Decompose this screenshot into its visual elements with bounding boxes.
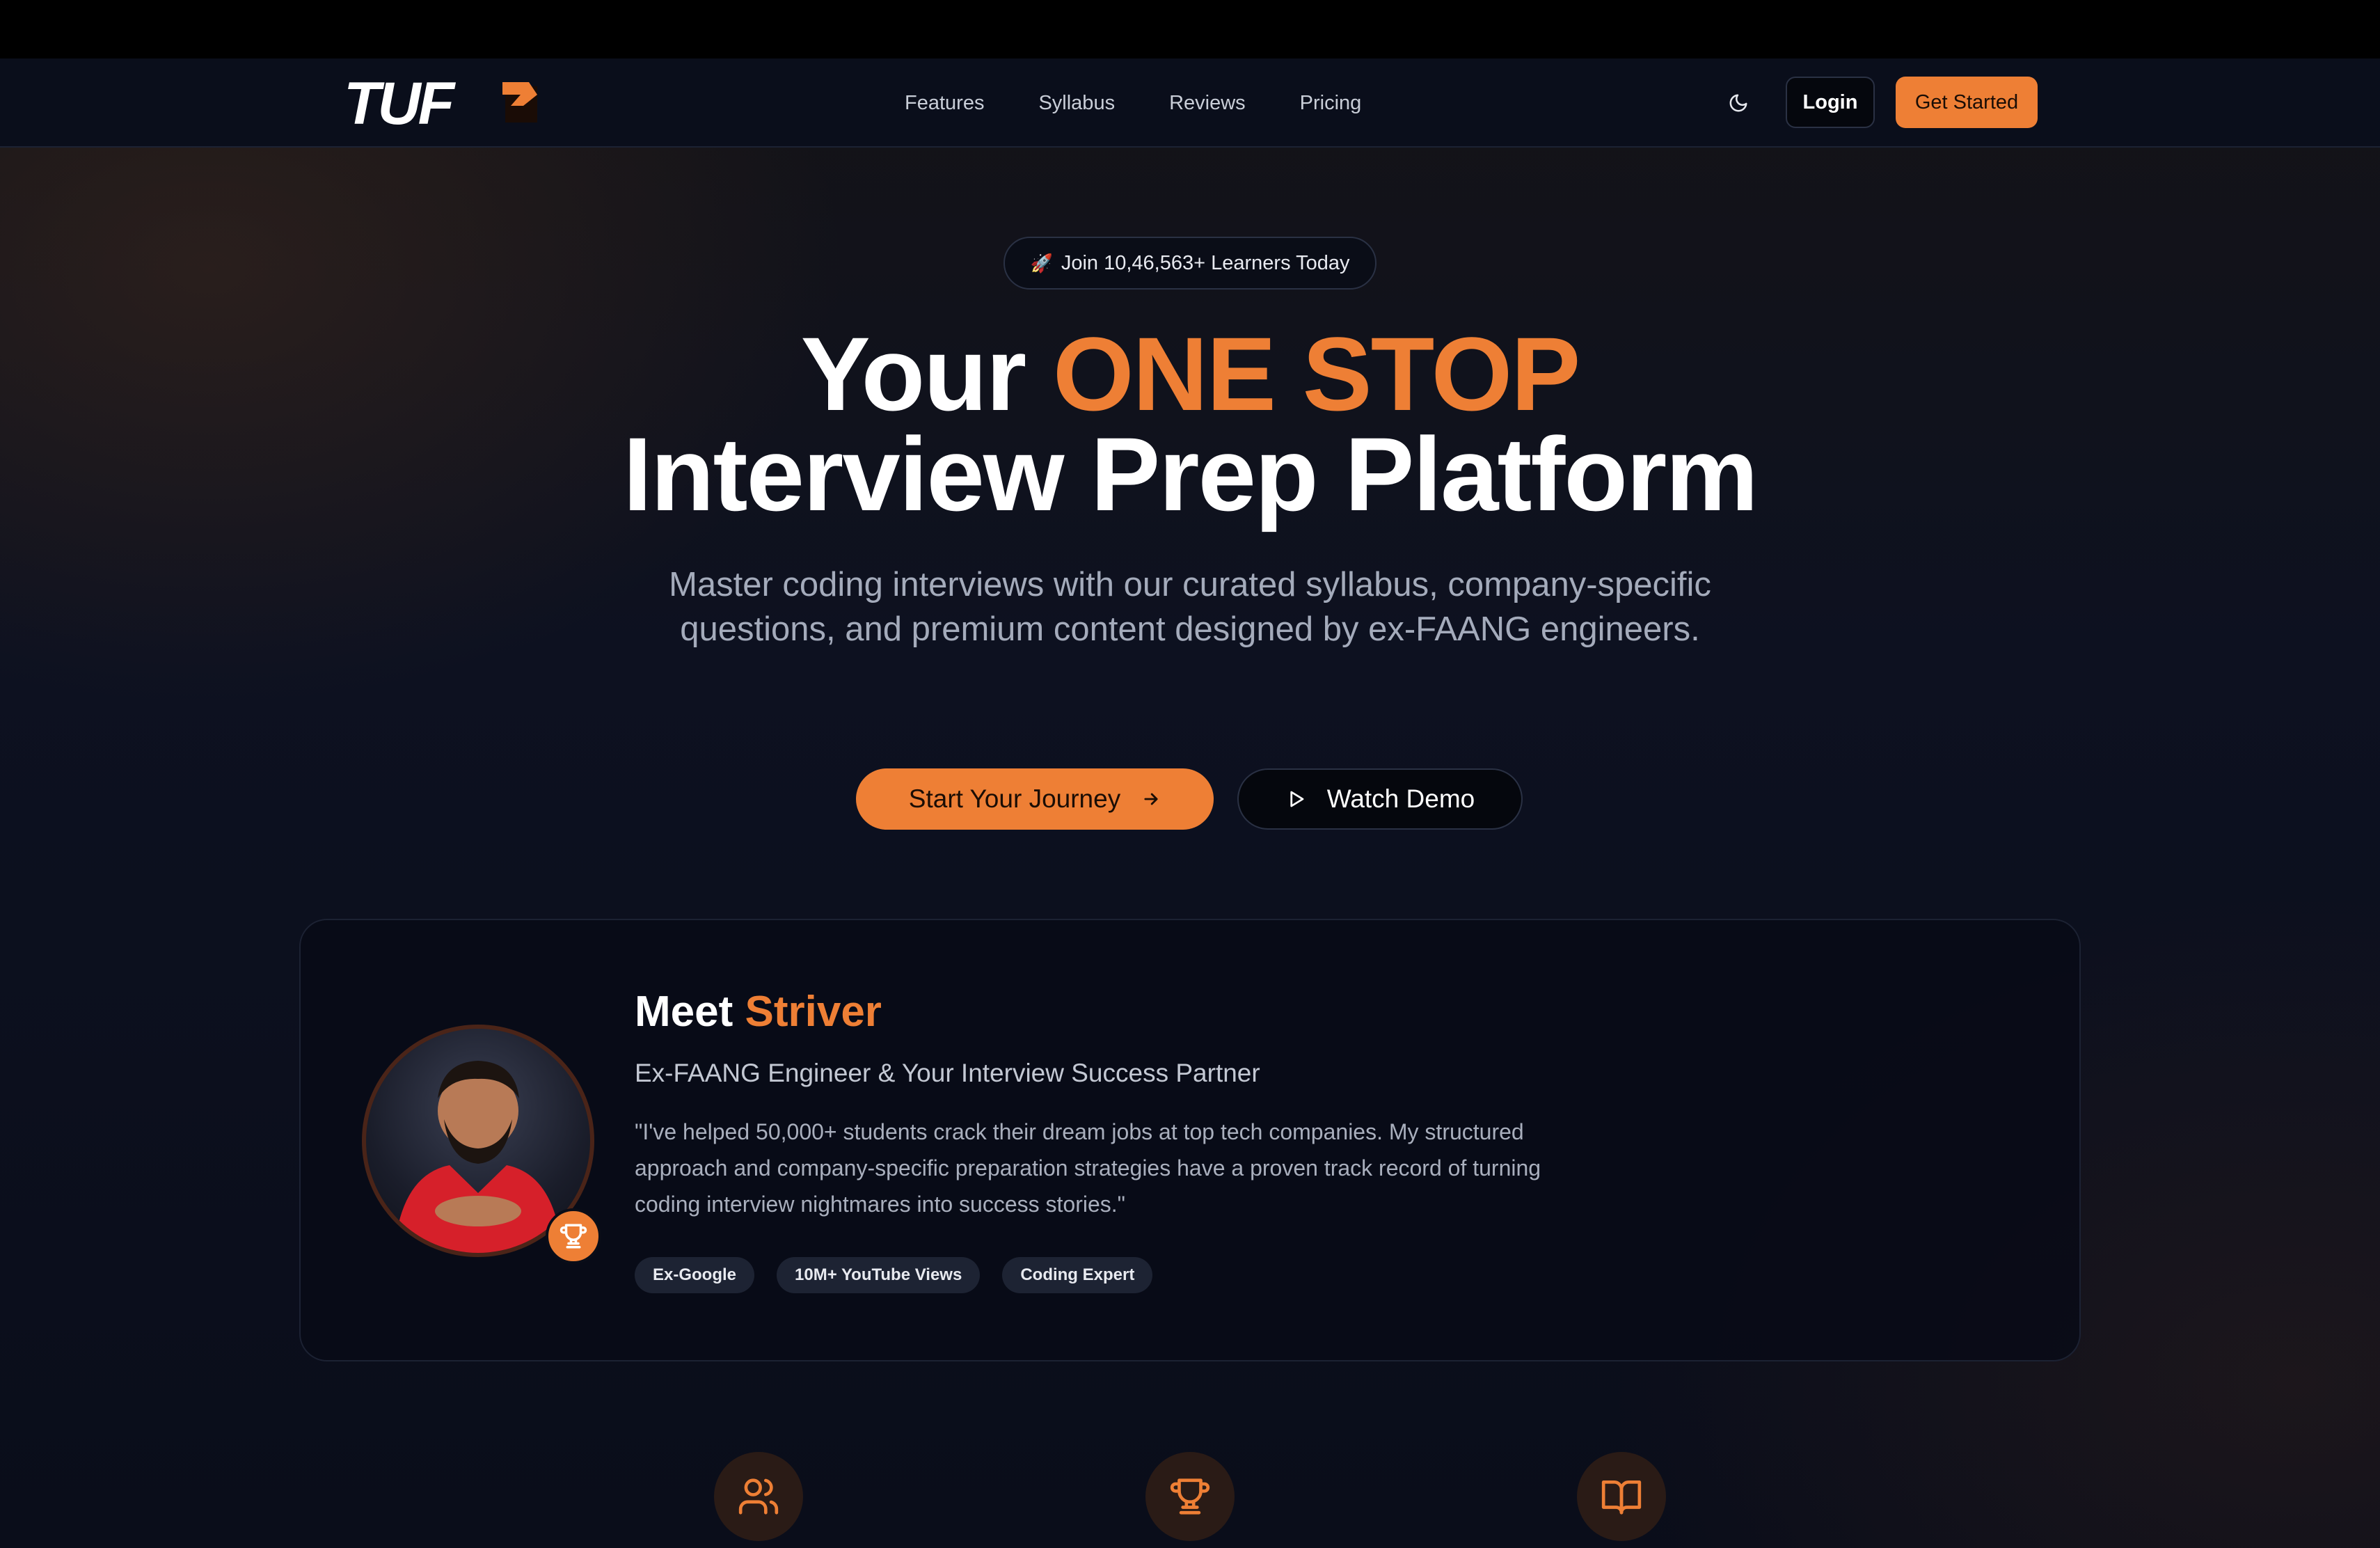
hero-title-prefix: Your [800, 315, 1053, 432]
mentor-heading: Meet Striver [635, 984, 882, 1040]
nav-link-features[interactable]: Features [905, 85, 984, 121]
nav-links: Features Syllabus Reviews Pricing [905, 85, 1415, 121]
rocket-icon: 🚀 [1030, 252, 1053, 274]
tag-ex-google: Ex-Google [635, 1257, 755, 1293]
trophy-icon [560, 1224, 587, 1249]
hero-title-accent: ONE STOP [1052, 315, 1580, 432]
users-icon [738, 1478, 779, 1515]
mentor-role: Ex-FAANG Engineer & Your Interview Succe… [635, 1059, 1260, 1087]
trophy-icon [1170, 1478, 1210, 1515]
tuf-logo[interactable]: TUF [341, 70, 541, 137]
book-open-icon [1601, 1480, 1642, 1515]
mentor-quote: "I've helped 50,000+ students crack thei… [635, 1119, 1541, 1217]
feature-users-circle [714, 1452, 803, 1541]
arrow-right-icon [1144, 793, 1158, 805]
tag-youtube-views: 10M+ YouTube Views [777, 1257, 981, 1293]
mentor-heading-prefix: Meet [635, 988, 745, 1036]
login-button[interactable]: Login [1786, 77, 1875, 128]
start-journey-label: Start Your Journey [908, 784, 1121, 813]
learners-badge: 🚀 Join 10,46,563+ Learners Today [1003, 237, 1377, 290]
hero-title-line2: Interview Prep Platform [623, 416, 1759, 532]
nav-link-pricing[interactable]: Pricing [1300, 85, 1362, 121]
hero-title-line1: Your ONE STOP [0, 322, 2380, 426]
hero-subtitle: Master coding interviews with our curate… [669, 566, 1711, 648]
mentor-trophy-badge [546, 1208, 601, 1264]
nav-link-syllabus[interactable]: Syllabus [1038, 85, 1115, 121]
start-journey-button[interactable]: Start Your Journey [856, 768, 1214, 830]
browser-top-bar [0, 0, 2380, 58]
watch-demo-label: Watch Demo [1326, 784, 1475, 813]
nav-link-reviews[interactable]: Reviews [1169, 85, 1246, 121]
theme-toggle-button[interactable] [1722, 86, 1755, 120]
tag-coding-expert: Coding Expert [1002, 1257, 1153, 1293]
feature-book-circle [1577, 1452, 1666, 1541]
mentor-name: Striver [745, 988, 882, 1036]
mentor-tags: Ex-Google 10M+ YouTube Views Coding Expe… [635, 1257, 1153, 1293]
watch-demo-button[interactable]: Watch Demo [1237, 768, 1523, 830]
feature-trophy-circle [1145, 1452, 1235, 1541]
play-icon [1290, 791, 1304, 807]
svg-text:TUF: TUF [344, 72, 457, 131]
learners-badge-text: Join 10,46,563+ Learners Today [1061, 251, 1350, 274]
moon-icon [1729, 94, 1747, 112]
get-started-button[interactable]: Get Started [1896, 77, 2038, 128]
